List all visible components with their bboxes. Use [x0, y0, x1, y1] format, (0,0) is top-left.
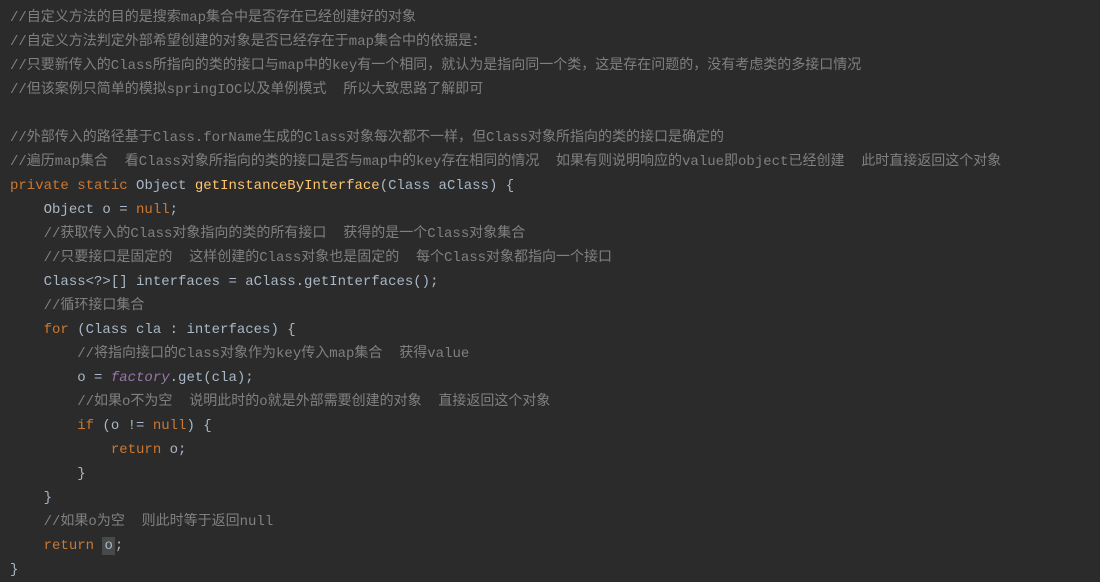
get-call: .get(cla); [170, 370, 254, 386]
factory-var: factory [111, 370, 170, 386]
brace-close[interactable]: } [0, 462, 1100, 486]
if-statement[interactable]: if (o != null) { [0, 414, 1100, 438]
comment-text: //只要新传入的Class所指向的类的接口与map中的key有一个相同，就认为是… [10, 58, 861, 74]
paren-open: ( [380, 178, 388, 194]
null-keyword: null [153, 418, 187, 434]
code-line-comment: //只要接口是固定的 这样创建的Class对象也是固定的 每个Class对象都指… [0, 246, 1100, 270]
comment-text: //将指向接口的Class对象作为key传入map集合 获得value [77, 346, 469, 362]
comment-text: //遍历map集合 看Class对象所指向的类的接口是否与map中的key存在相… [10, 154, 1001, 170]
code-line-comment: //获取传入的Class对象指向的类的所有接口 获得的是一个Class对象集合 [0, 222, 1100, 246]
comment-text: //获取传入的Class对象指向的类的所有接口 获得的是一个Class对象集合 [44, 226, 526, 242]
comment-text: //自定义方法的目的是搜索map集合中是否存在已经创建好的对象 [10, 10, 416, 26]
if-end: ) { [186, 418, 211, 434]
code-line[interactable]: Object o = null; [0, 198, 1100, 222]
brace-close[interactable]: } [0, 558, 1100, 582]
brace: } [10, 562, 18, 578]
comment-text: //如果o为空 则此时等于返回null [44, 514, 274, 530]
return-value: o; [161, 442, 186, 458]
brace: } [77, 466, 85, 482]
semicolon: ; [170, 202, 178, 218]
keyword-static: static [77, 178, 127, 194]
code-line-comment: //如果o不为空 说明此时的o就是外部需要创建的对象 直接返回这个对象 [0, 390, 1100, 414]
keyword-return: return [44, 538, 94, 554]
comment-text: //循环接口集合 [44, 298, 145, 314]
method-name: getInstanceByInterface [195, 178, 380, 194]
code-line-comment: //只要新传入的Class所指向的类的接口与map中的key有一个相同，就认为是… [0, 54, 1100, 78]
return-type: Object [136, 178, 186, 194]
return-statement[interactable]: return o; [0, 534, 1100, 558]
null-keyword: null [136, 202, 170, 218]
paren-close: ) { [489, 178, 514, 194]
param-type: Class [388, 178, 430, 194]
code-line-comment: //自定义方法判定外部希望创建的对象是否已经存在于map集合中的依据是： [0, 30, 1100, 54]
code-line-comment: //将指向接口的Class对象作为key传入map集合 获得value [0, 342, 1100, 366]
assign-prefix: o = [77, 370, 111, 386]
brace: } [44, 490, 52, 506]
keyword-return: return [111, 442, 161, 458]
comment-text: //只要接口是固定的 这样创建的Class对象也是固定的 每个Class对象都指… [44, 250, 612, 266]
comment-text: //如果o不为空 说明此时的o就是外部需要创建的对象 直接返回这个对象 [77, 394, 550, 410]
for-condition: (Class cla : interfaces) { [69, 322, 296, 338]
interfaces-declaration: Class<?>[] interfaces = aClass.getInterf… [44, 274, 439, 290]
method-signature[interactable]: private static Object getInstanceByInter… [0, 174, 1100, 198]
for-loop[interactable]: for (Class cla : interfaces) { [0, 318, 1100, 342]
code-line[interactable]: Class<?>[] interfaces = aClass.getInterf… [0, 270, 1100, 294]
keyword-if: if [77, 418, 94, 434]
code-line-comment: //外部传入的路径基于Class.forName生成的Class对象每次都不一样… [0, 126, 1100, 150]
comment-text: //外部传入的路径基于Class.forName生成的Class对象每次都不一样… [10, 130, 724, 146]
code-line-comment: //如果o为空 则此时等于返回null [0, 510, 1100, 534]
return-highlighted: o [102, 537, 114, 555]
comment-text: //但该案例只简单的模拟springIOC以及单例模式 所以大致思路了解即可 [10, 82, 483, 98]
keyword-private: private [10, 178, 69, 194]
code-line[interactable]: o = factory.get(cla); [0, 366, 1100, 390]
keyword-for: for [44, 322, 69, 338]
brace-close[interactable]: } [0, 486, 1100, 510]
if-cond: (o != [94, 418, 153, 434]
code-line-comment: //但该案例只简单的模拟springIOC以及单例模式 所以大致思路了解即可 [0, 78, 1100, 102]
var-decl: Object o = [44, 202, 136, 218]
code-line-comment: //循环接口集合 [0, 294, 1100, 318]
code-line-comment: //遍历map集合 看Class对象所指向的类的接口是否与map中的key存在相… [0, 150, 1100, 174]
comment-text: //自定义方法判定外部希望创建的对象是否已经存在于map集合中的依据是： [10, 34, 486, 50]
code-line-comment: //自定义方法的目的是搜索map集合中是否存在已经创建好的对象 [0, 6, 1100, 30]
return-statement[interactable]: return o; [0, 438, 1100, 462]
blank-line [0, 102, 1100, 126]
param-name: aClass [439, 178, 489, 194]
semicolon: ; [115, 538, 123, 554]
